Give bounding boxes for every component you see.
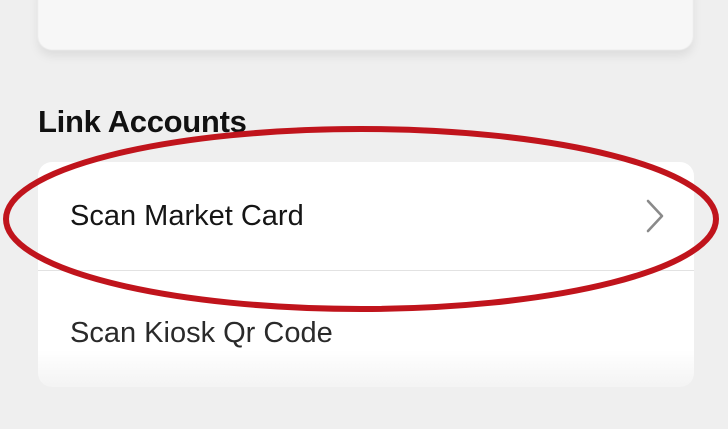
- scan-market-card-label: Scan Market Card: [70, 200, 304, 232]
- scan-market-card-row[interactable]: Scan Market Card: [38, 162, 694, 270]
- scan-kiosk-qr-code-label: Scan Kiosk Qr Code: [70, 317, 333, 349]
- scan-kiosk-qr-code-row[interactable]: Scan Kiosk Qr Code: [38, 271, 694, 387]
- section-title: Link Accounts: [38, 104, 247, 139]
- link-accounts-list: Scan Market Card Scan Kiosk Qr Code: [38, 162, 694, 387]
- screen: Link Accounts Scan Market Card Scan Kios…: [0, 0, 728, 429]
- previous-card: [38, 0, 693, 50]
- chevron-right-icon: [644, 197, 666, 235]
